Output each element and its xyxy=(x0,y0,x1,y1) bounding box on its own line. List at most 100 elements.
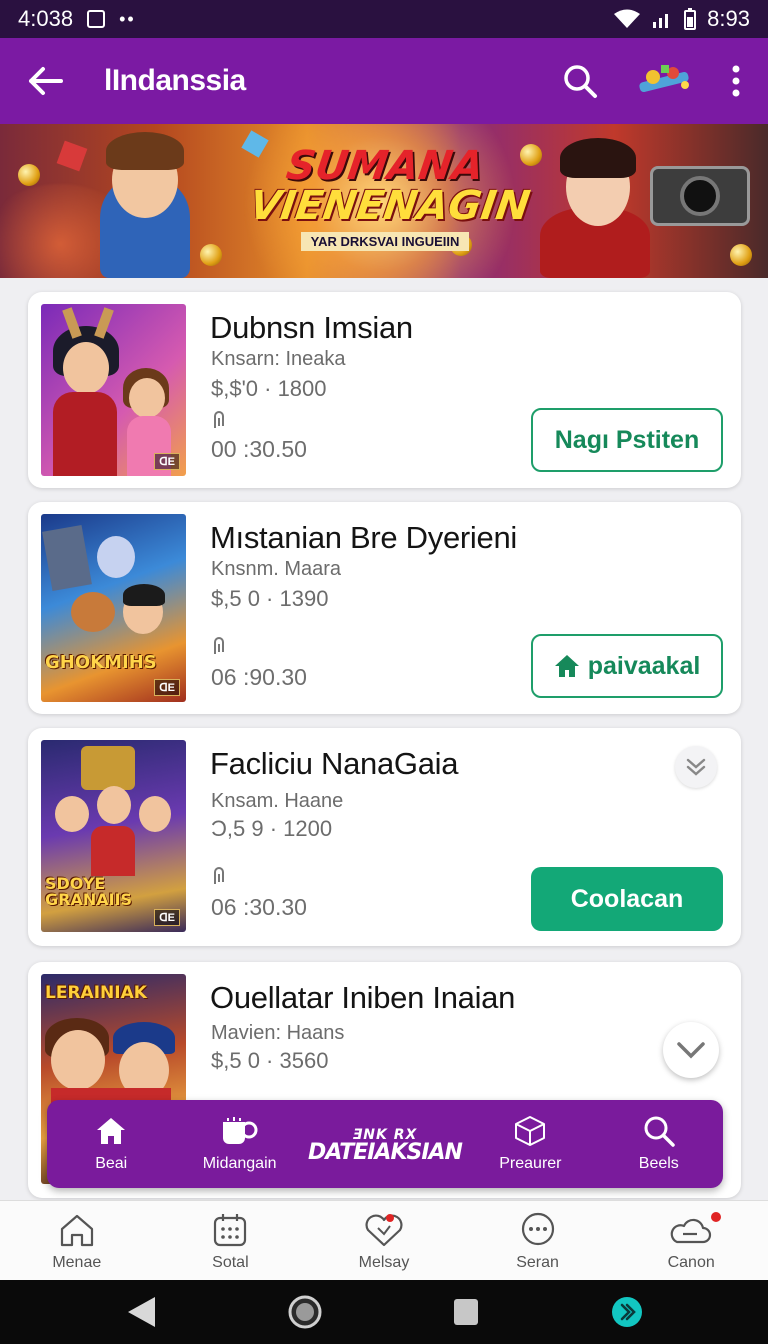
bottom-navigation: Menae Sotal Melsay Seran Canon xyxy=(0,1200,768,1280)
thumbnail-logo: GHOKMIHS xyxy=(45,652,157,673)
item-thumbnail: ᗡE xyxy=(41,304,186,476)
system-navigation-bar xyxy=(0,1280,768,1344)
float-tab-preaurer[interactable]: Preaurer xyxy=(470,1115,590,1173)
banner-headline-1: SUMANA xyxy=(283,143,487,189)
item-title: Dubnsn Imsian xyxy=(210,310,413,345)
float-tab-beels[interactable]: Beels xyxy=(599,1115,719,1173)
status-time: 4:038 xyxy=(18,6,74,31)
home-icon xyxy=(554,655,579,677)
nav-label: Sotal xyxy=(212,1253,249,1271)
nav-sotal[interactable]: Sotal xyxy=(170,1210,290,1272)
list-item[interactable]: SDOYE GRANAIIS ᗡE Facliciu NanaGaia Knsa… xyxy=(28,728,741,946)
list-item[interactable]: GHOKMIHS ᗡE Mıstanian Bre Dyerieni Knsnm… xyxy=(28,502,741,714)
signal-icon xyxy=(653,14,669,28)
banner-headline: SUMANA VIENENAGIN YAR DRKSVAI INGUEIIN xyxy=(246,143,533,251)
item-action-label: paivaakal xyxy=(587,651,701,680)
nav-melsay[interactable]: Melsay xyxy=(324,1210,444,1272)
item-action-button[interactable]: Coolacan xyxy=(531,867,723,931)
list-item[interactable]: ᗡE Dubnsn Imsian Knsarn: Ineaka $,$'0 · … xyxy=(28,292,741,488)
floating-tab-bar: Beai Midangain ƎNK RX DATEIAKSIAN Preaur… xyxy=(47,1100,723,1188)
float-tab-label: Beels xyxy=(638,1155,679,1172)
notification-icon xyxy=(87,10,106,28)
logo-line-2: DATEIAKSIAN xyxy=(308,1140,463,1165)
nav-label: Canon xyxy=(667,1253,715,1271)
float-tab-midangain[interactable]: Midangain xyxy=(180,1115,300,1173)
item-duration: 06 :90.30 xyxy=(211,664,307,690)
paperclip-icon xyxy=(214,637,224,654)
expand-button[interactable] xyxy=(663,1022,719,1078)
more-vert-icon xyxy=(732,65,740,97)
search-icon xyxy=(644,1116,675,1147)
coin-icon xyxy=(18,164,40,186)
item-subtitle: Knsam. Haane xyxy=(211,790,344,812)
assistant-forward-icon[interactable] xyxy=(611,1296,643,1328)
coin-icon xyxy=(730,244,752,266)
cup-icon xyxy=(222,1117,258,1144)
paperclip-icon xyxy=(214,411,224,428)
paperclip-icon xyxy=(214,867,224,884)
float-tab-label: Midangain xyxy=(202,1155,277,1172)
item-duration: 00 :30.50 xyxy=(211,436,307,462)
game-promo-icon xyxy=(639,65,689,93)
home-icon xyxy=(97,1118,126,1144)
chat-icon xyxy=(521,1212,554,1245)
cloud-icon xyxy=(670,1218,712,1243)
item-subtitle: Mavien: Haans xyxy=(211,1022,345,1044)
item-thumbnail: SDOYE GRANAIIS ᗡE xyxy=(41,740,186,932)
status-bar: 4:038 •• 8:93 xyxy=(0,0,768,38)
item-action-button[interactable]: Nagı Pstiten xyxy=(531,408,723,472)
nav-label: Menae xyxy=(52,1253,102,1271)
page-title: lIndanssia xyxy=(104,64,246,97)
banner-headline-2: VIENENAGIN xyxy=(246,183,533,229)
app-screen: 4:038 •• 8:93 lIndanssia SUMANA VIENENAG… xyxy=(0,0,768,1344)
search-icon xyxy=(564,65,597,98)
item-subtitle: Knsarn: Ineaka xyxy=(211,348,346,370)
nav-canon[interactable]: Canon xyxy=(631,1210,751,1272)
promo-button[interactable] xyxy=(632,59,696,103)
float-bar-logo[interactable]: ƎNK RX DATEIAKSIAN xyxy=(308,1126,463,1165)
float-tab-label: Beai xyxy=(95,1155,128,1172)
coin-icon xyxy=(520,144,542,166)
item-title: Ouellatar Iniben Inaian xyxy=(210,980,516,1015)
chevron-down-icon xyxy=(677,1042,705,1059)
system-recents-button[interactable] xyxy=(452,1297,480,1327)
arrow-left-icon xyxy=(29,67,63,95)
item-title: Facliciu NanaGaia xyxy=(210,746,459,781)
app-bar: lIndanssia xyxy=(0,38,768,124)
coin-icon xyxy=(200,244,222,266)
thumbnail-tag: ᗡE xyxy=(154,453,180,470)
item-thumbnail: GHOKMIHS ᗡE xyxy=(41,514,186,702)
search-button[interactable] xyxy=(558,59,602,103)
heart-icon xyxy=(365,1213,403,1246)
item-action-button[interactable]: paivaakal xyxy=(531,634,723,698)
promo-banner[interactable]: SUMANA VIENENAGIN YAR DRKSVAI INGUEIIN xyxy=(0,124,768,278)
thumbnail-tag: ᗡE xyxy=(154,909,180,926)
item-action-label: Nagı Pstiten xyxy=(554,425,700,454)
item-price: Ͻ,5 9 · 1200 xyxy=(211,816,333,841)
more-notifications-icon: •• xyxy=(119,8,136,29)
overflow-menu-button[interactable] xyxy=(726,59,746,103)
thumbnail-tag: ᗡE xyxy=(154,679,180,696)
item-duration: 06 :30.30 xyxy=(211,894,307,920)
banner-character-hair xyxy=(560,138,636,178)
system-home-button[interactable] xyxy=(288,1295,322,1329)
system-back-button[interactable] xyxy=(125,1295,157,1329)
status-clock: 8:93 xyxy=(707,6,750,31)
battery-icon xyxy=(684,8,697,30)
home-outline-icon xyxy=(60,1214,93,1246)
item-price: $,5 0 · 1390 xyxy=(211,586,329,611)
nav-menae[interactable]: Menae xyxy=(17,1210,137,1272)
nav-label: Seran xyxy=(516,1253,559,1271)
expand-button[interactable] xyxy=(675,746,717,788)
item-title: Mıstanian Bre Dyerieni xyxy=(210,520,517,555)
cube-icon xyxy=(515,1116,546,1146)
float-tab-beai[interactable]: Beai xyxy=(51,1115,171,1173)
calendar-icon xyxy=(214,1213,247,1246)
back-button[interactable] xyxy=(22,58,68,104)
nav-seran[interactable]: Seran xyxy=(478,1210,598,1272)
banner-character-hair xyxy=(106,132,184,170)
item-action-label: Coolacan xyxy=(570,884,684,913)
item-subtitle: Knsnm. Maara xyxy=(211,558,342,580)
item-price: $,$'0 · 1800 xyxy=(211,376,327,401)
nav-label: Melsay xyxy=(358,1253,410,1271)
